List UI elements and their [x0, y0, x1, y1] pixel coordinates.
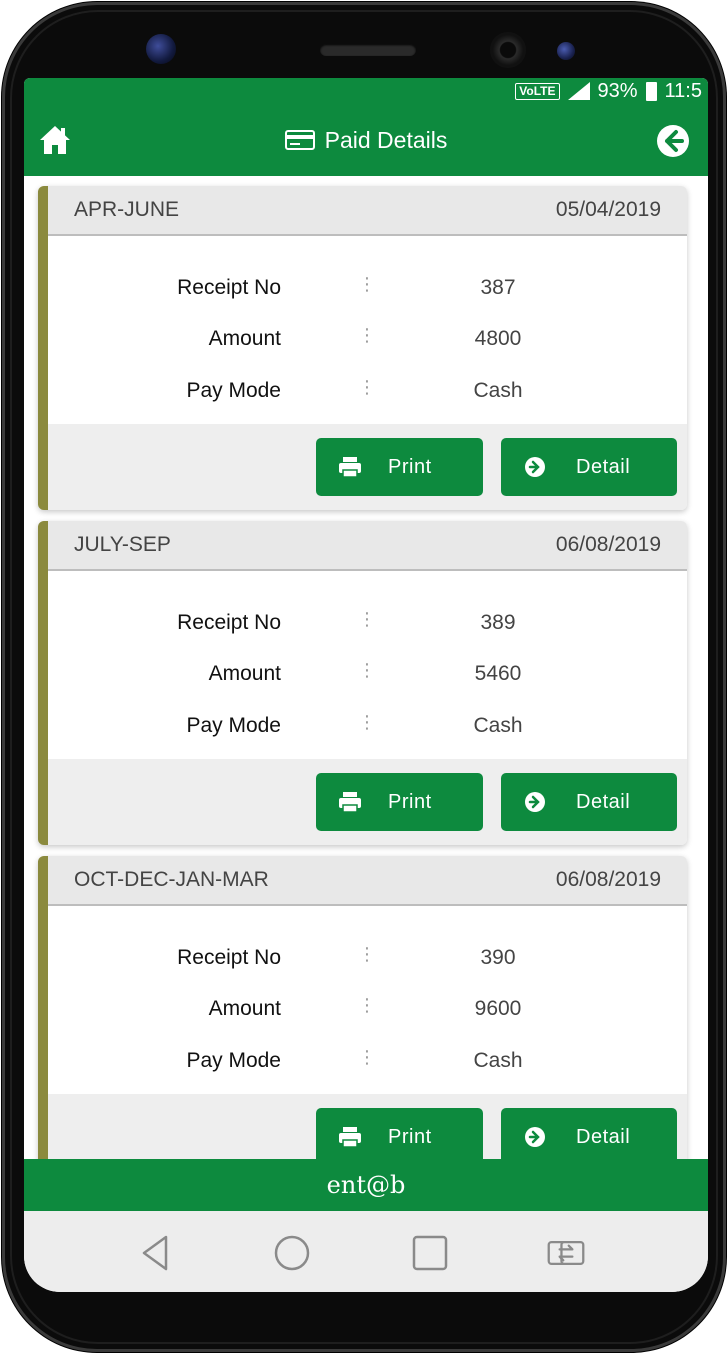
- screen: VoLTE 93% 11:5 Paid Details APR-JUNE 05/…: [24, 78, 708, 1292]
- pay-mode-value: Cash: [473, 1049, 523, 1072]
- phone-frame: VoLTE 93% 11:5 Paid Details APR-JUNE 05/…: [2, 2, 726, 1352]
- print-button-label: Print: [388, 1126, 432, 1148]
- amount-row: Amount ⋮ 4800: [48, 319, 687, 359]
- system-nav-bar: [24, 1211, 708, 1292]
- separator: ⋮: [358, 325, 376, 345]
- receipt-no-label: Receipt No: [177, 276, 281, 299]
- pay-mode-label: Pay Mode: [186, 379, 281, 402]
- iris-sensor: [557, 42, 575, 60]
- home-circle-icon[interactable]: [272, 1233, 312, 1273]
- separator: ⋮: [358, 377, 376, 397]
- print-button-label: Print: [388, 791, 432, 813]
- pay-mode-row: Pay Mode ⋮ Cash: [48, 1041, 687, 1081]
- credit-card-icon: [284, 130, 315, 150]
- pay-mode-label: Pay Mode: [186, 714, 281, 737]
- receipt-no-row: Receipt No ⋮ 387: [48, 268, 687, 308]
- separator: ⋮: [358, 944, 376, 964]
- brand-logo: ent@b: [326, 1171, 406, 1199]
- receipt-card: OCT-DEC-JAN-MAR 06/08/2019 Receipt No ⋮ …: [38, 856, 687, 1159]
- recent-apps-icon[interactable]: [410, 1233, 450, 1273]
- printer-icon: [339, 457, 361, 478]
- proximity-sensor: [146, 34, 176, 64]
- amount-value: 5460: [474, 662, 522, 685]
- separator: ⋮: [358, 660, 376, 680]
- print-button[interactable]: Print: [316, 438, 483, 496]
- card-actions: Print Detail: [48, 759, 687, 845]
- detail-button[interactable]: Detail: [501, 773, 677, 831]
- arrow-right-circle-icon: [525, 457, 545, 477]
- amount-value: 4800: [474, 327, 522, 350]
- print-button[interactable]: Print: [316, 1108, 483, 1159]
- receipt-no-value: 389: [480, 611, 516, 634]
- amount-row: Amount ⋮ 5460: [48, 654, 687, 694]
- receipt-list[interactable]: APR-JUNE 05/04/2019 Receipt No ⋮ 387 Amo…: [24, 176, 708, 1159]
- card-header: JULY-SEP 06/08/2019: [48, 521, 687, 571]
- period-label: OCT-DEC-JAN-MAR: [74, 868, 269, 891]
- receipt-no-value: 390: [480, 946, 516, 969]
- home-icon[interactable]: [38, 124, 72, 156]
- detail-button-label: Detail: [576, 456, 631, 478]
- card-header: APR-JUNE 05/04/2019: [48, 186, 687, 236]
- receipt-no-row: Receipt No ⋮ 389: [48, 603, 687, 643]
- status-bar: VoLTE 93% 11:5: [24, 78, 708, 104]
- receipt-no-value: 387: [480, 276, 516, 299]
- amount-label: Amount: [208, 662, 281, 685]
- arrow-right-circle-icon: [525, 792, 545, 812]
- page-title-text: Paid Details: [324, 126, 448, 153]
- amount-row: Amount ⋮ 9600: [48, 989, 687, 1029]
- page-title: Paid Details: [284, 126, 448, 154]
- signal-icon: [567, 82, 590, 100]
- pay-mode-row: Pay Mode ⋮ Cash: [48, 706, 687, 746]
- front-camera: [490, 32, 526, 68]
- card-actions: Print Detail: [48, 1094, 687, 1159]
- separator: ⋮: [358, 274, 376, 294]
- separator: ⋮: [358, 1047, 376, 1067]
- separator: ⋮: [358, 995, 376, 1015]
- volte-indicator: VoLTE: [515, 82, 560, 100]
- pay-mode-value: Cash: [473, 379, 523, 402]
- receipt-card: JULY-SEP 06/08/2019 Receipt No ⋮ 389 Amo…: [38, 521, 687, 845]
- pay-mode-label: Pay Mode: [186, 1049, 281, 1072]
- earpiece-speaker: [320, 44, 416, 56]
- period-label: JULY-SEP: [74, 533, 171, 556]
- detail-button-label: Detail: [576, 1126, 631, 1148]
- pay-mode-value: Cash: [473, 714, 523, 737]
- amount-label: Amount: [208, 997, 281, 1020]
- printer-icon: [339, 1127, 361, 1148]
- print-button-label: Print: [388, 456, 432, 478]
- separator: ⋮: [358, 712, 376, 732]
- battery-icon: [645, 81, 657, 101]
- receipt-no-label: Receipt No: [177, 611, 281, 634]
- receipt-date: 06/08/2019: [555, 868, 661, 891]
- app-bar: Paid Details: [24, 104, 708, 176]
- print-button[interactable]: Print: [316, 773, 483, 831]
- period-label: APR-JUNE: [74, 198, 180, 221]
- clock: 11:5: [664, 79, 702, 102]
- receipt-date: 05/04/2019: [555, 198, 661, 221]
- brand-footer: ent@b: [24, 1159, 708, 1211]
- receipt-no-row: Receipt No ⋮ 390: [48, 938, 687, 978]
- amount-value: 9600: [474, 997, 522, 1020]
- pay-mode-row: Pay Mode ⋮ Cash: [48, 371, 687, 411]
- printer-icon: [339, 792, 361, 813]
- separator: ⋮: [358, 609, 376, 629]
- amount-label: Amount: [208, 327, 281, 350]
- detail-button[interactable]: Detail: [501, 438, 677, 496]
- back-triangle-icon[interactable]: [136, 1233, 176, 1273]
- detail-button-label: Detail: [576, 791, 631, 813]
- battery-percent: 93%: [597, 79, 638, 102]
- receipt-no-label: Receipt No: [177, 946, 281, 969]
- detail-button[interactable]: Detail: [501, 1108, 677, 1159]
- card-header: OCT-DEC-JAN-MAR 06/08/2019: [48, 856, 687, 906]
- arrow-left-circle-icon[interactable]: [656, 124, 690, 158]
- arrow-right-circle-icon: [525, 1127, 545, 1147]
- switch-apps-icon[interactable]: [546, 1233, 586, 1273]
- receipt-card: APR-JUNE 05/04/2019 Receipt No ⋮ 387 Amo…: [38, 186, 687, 510]
- receipt-date: 06/08/2019: [555, 533, 661, 556]
- card-actions: Print Detail: [48, 424, 687, 510]
